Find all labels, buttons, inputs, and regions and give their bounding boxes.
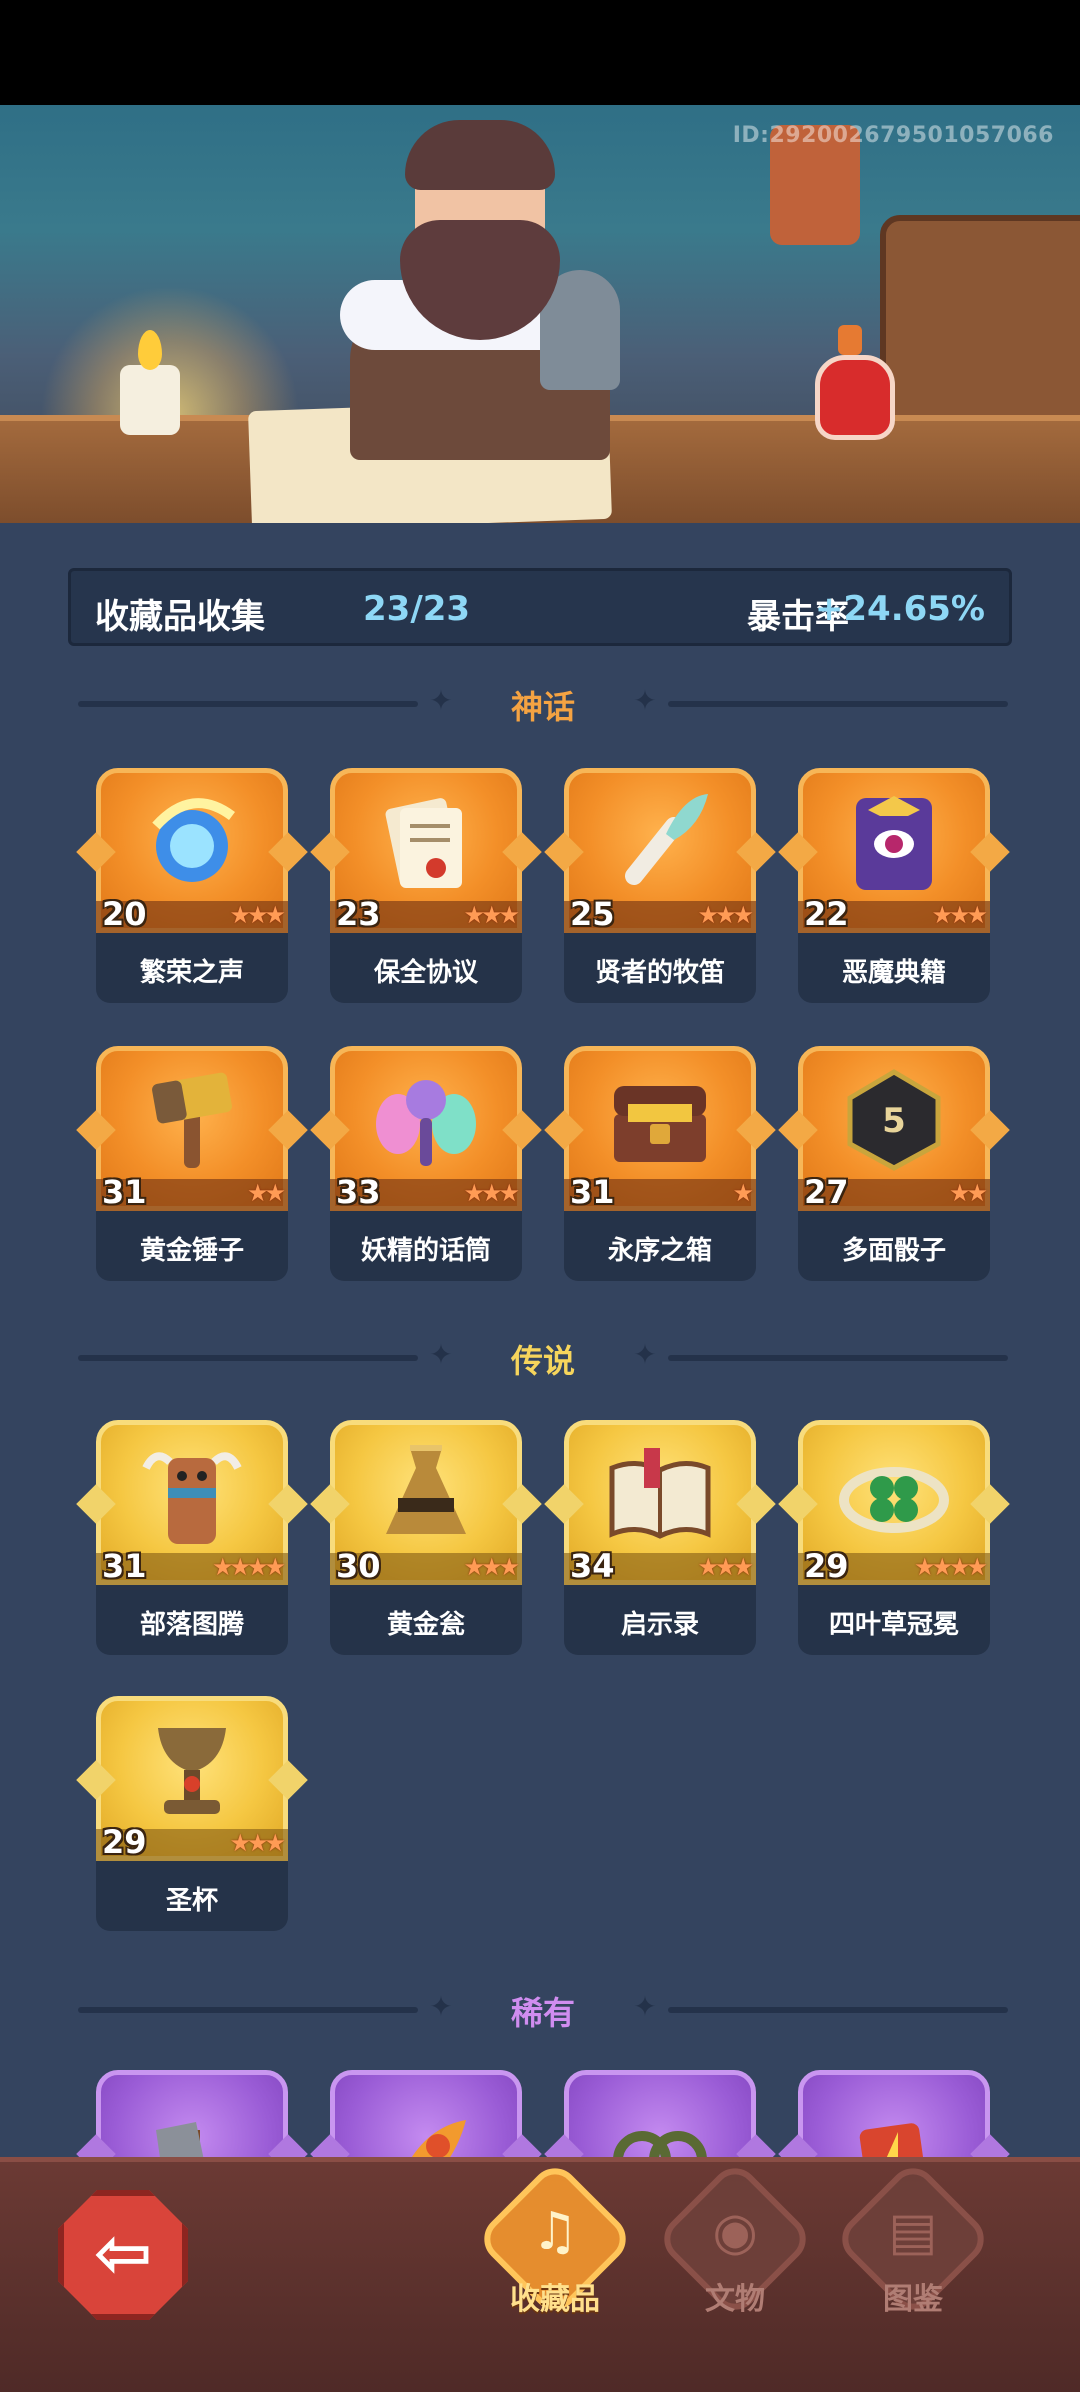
item-name: 启示录: [620, 1610, 699, 1640]
collectible-card-golden-urn[interactable]: 30 ★★★ 黄金瓮: [310, 1420, 542, 1666]
section-header-legendary: ✦ 传说 ✦: [78, 1332, 1008, 1382]
status-bar: [0, 0, 1080, 105]
item-name: 繁荣之声: [139, 958, 244, 988]
item-level: 31: [570, 1173, 615, 1211]
collectible-card-eternal-chest[interactable]: 31 ★ 永序之箱: [544, 1046, 776, 1292]
collection-count: 23/23: [363, 589, 471, 629]
collectible-card-holy-grail[interactable]: 29 ★★★ 圣杯: [76, 1696, 308, 1942]
collectible-card-demon-tome[interactable]: 22 ★★★ 恶魔典籍: [778, 768, 1010, 1014]
dwarf-merchant-character: [330, 120, 630, 460]
item-level: 23: [336, 895, 381, 933]
item-name: 部落图腾: [139, 1610, 244, 1640]
star-rating: ★★★: [463, 901, 520, 929]
svg-text:5: 5: [882, 1101, 906, 1141]
tab-label: 收藏品: [510, 2282, 600, 2317]
star-rating: ★★★: [463, 1553, 520, 1581]
tab-relics[interactable]: ◉ 文物: [654, 2158, 816, 2322]
collectible-card-preservation-protocol[interactable]: 23 ★★★ 保全协议: [310, 768, 542, 1014]
item-name: 四叶草冠冕: [828, 1610, 959, 1640]
item-level: 29: [804, 1547, 849, 1585]
collectible-card-fairy-microphone[interactable]: 33 ★★★ 妖精的话筒: [310, 1046, 542, 1292]
star-rating: ★★★★: [913, 1553, 988, 1581]
collectible-card-polyhedral-dice[interactable]: 5 27 ★★ 多面骰子: [778, 1046, 1010, 1292]
tab-collectibles[interactable]: ♫ 收藏品: [474, 2158, 636, 2322]
item-name: 圣杯: [165, 1886, 218, 1916]
item-level: 20: [102, 895, 147, 933]
collectible-card-clover-crown[interactable]: 29 ★★★★ 四叶草冠冕: [778, 1420, 1010, 1666]
item-level: 25: [570, 895, 615, 933]
item-level: 27: [804, 1173, 849, 1211]
star-rating: ★★★: [931, 901, 988, 929]
polyhedral-dice-icon: 5: [838, 1064, 950, 1176]
collectible-card-tribal-totem[interactable]: 31 ★★★★ 部落图腾: [76, 1420, 308, 1666]
item-name: 多面骰子: [841, 1236, 946, 1266]
item-name: 永序之箱: [607, 1236, 712, 1266]
lyre-icon: ♫: [531, 2202, 579, 2262]
collectible-card-revelation[interactable]: 34 ★★★ 启示录: [544, 1420, 776, 1666]
star-rating: ★★★: [697, 1553, 754, 1581]
demon-book-icon: [838, 786, 950, 898]
collectible-card-prosperity-voice[interactable]: 20 ★★★ 繁荣之声: [76, 768, 308, 1014]
codex-book-icon: ▤: [888, 2202, 938, 2262]
flame-icon: [138, 330, 162, 370]
fairy-microphone-icon: [370, 1064, 482, 1176]
section-header-mythic: ✦ 神话 ✦: [78, 678, 1008, 728]
item-name: 黄金锤子: [139, 1236, 244, 1266]
item-name: 黄金瓮: [386, 1610, 465, 1640]
star-rating: ★★★: [697, 901, 754, 929]
player-id: ID:292002679501057066: [732, 123, 1054, 148]
back-button[interactable]: ⇦: [58, 2190, 188, 2320]
item-level: 31: [102, 1173, 147, 1211]
tab-label: 图鉴: [883, 2282, 943, 2317]
item-level: 33: [336, 1173, 381, 1211]
treasure-chest-icon: [604, 1064, 716, 1176]
open-book-icon: [604, 1438, 716, 1550]
back-arrow-icon: ⇦: [93, 2212, 153, 2294]
item-name: 妖精的话筒: [360, 1236, 491, 1266]
star-rating: ★★★: [463, 1179, 520, 1207]
clover-crown-icon: [838, 1438, 950, 1550]
star-rating: ★: [732, 1179, 753, 1207]
star-rating: ★★: [246, 1179, 286, 1207]
red-potion-icon: [810, 325, 895, 440]
eye-relic-icon: ◉: [712, 2202, 758, 2262]
collectible-card-sage-flute[interactable]: 25 ★★★ 贤者的牧笛: [544, 768, 776, 1014]
golden-hammer-icon: [136, 1064, 248, 1176]
shop-banner: ID:292002679501057066: [0, 105, 1080, 523]
star-rating: ★★: [948, 1179, 988, 1207]
star-rating: ★★★: [229, 901, 286, 929]
item-level: 31: [102, 1547, 147, 1585]
blue-orb-icon: [136, 786, 248, 898]
scroll-document-icon: [370, 786, 482, 898]
wooden-chest-decoration: [880, 215, 1080, 437]
candle-icon: [120, 365, 180, 435]
holy-grail-icon: [136, 1714, 248, 1826]
star-rating: ★★★: [229, 1829, 286, 1857]
feather-flute-icon: [604, 786, 716, 898]
tab-codex[interactable]: ▤ 图鉴: [832, 2158, 994, 2322]
section-header-rare: ✦ 稀有 ✦: [78, 1984, 1008, 2034]
item-name: 恶魔典籍: [841, 958, 946, 988]
item-name: 贤者的牧笛: [594, 958, 725, 988]
item-level: 34: [570, 1547, 615, 1585]
item-name: 保全协议: [373, 958, 478, 988]
star-rating: ★★★★: [211, 1553, 286, 1581]
collectible-card-golden-hammer[interactable]: 31 ★★ 黄金锤子: [76, 1046, 308, 1292]
collection-summary: 收藏品收集 23/23 暴击率 +24.65%: [68, 568, 1012, 646]
collection-label: 收藏品收集: [95, 597, 265, 637]
item-level: 22: [804, 895, 849, 933]
item-level: 30: [336, 1547, 381, 1585]
golden-urn-icon: [370, 1438, 482, 1550]
item-level: 29: [102, 1823, 147, 1861]
tab-label: 文物: [705, 2282, 765, 2317]
tribal-totem-icon: [136, 1438, 248, 1550]
crit-rate-value: +24.65%: [814, 589, 985, 629]
